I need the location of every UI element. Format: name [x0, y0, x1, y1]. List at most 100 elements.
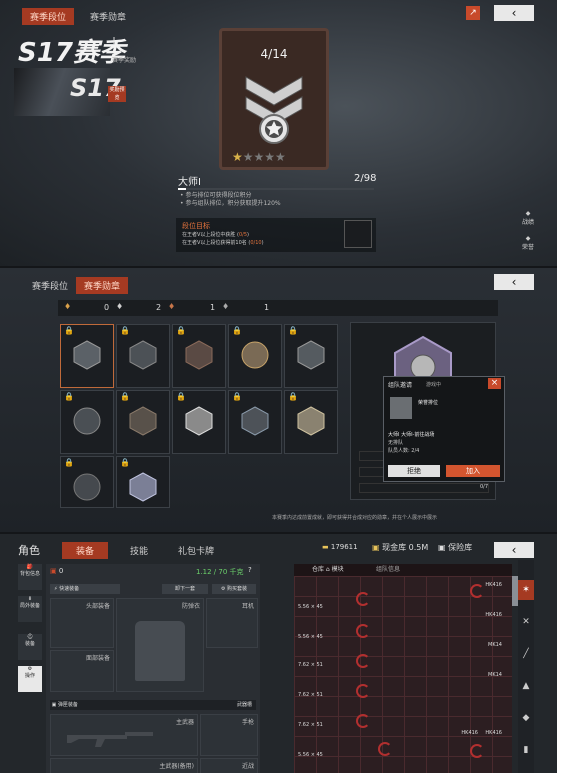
medal-silver-icon: ♦: [116, 302, 124, 311]
stash-tab-warehouse[interactable]: 仓库 ⌂ 模块: [312, 564, 344, 576]
join-button[interactable]: 加入: [446, 465, 500, 477]
ammo-caliber: 7.62 × 51: [298, 692, 323, 698]
medal-slot[interactable]: 🔒: [116, 390, 170, 454]
help-icon[interactable]: ?: [248, 566, 252, 574]
category-misc-icon[interactable]: ▮: [518, 740, 534, 760]
goal-reward-icon[interactable]: [344, 220, 372, 248]
medal-slot[interactable]: 🔒: [284, 324, 338, 388]
armor-slot[interactable]: 防弹衣: [116, 598, 204, 692]
back-button[interactable]: ‹: [494, 5, 534, 21]
rank-stars: ★★★★★: [232, 150, 286, 164]
tab-season-rank[interactable]: 赛季段位: [22, 8, 75, 25]
tab-packs[interactable]: 礼包卡牌: [170, 542, 222, 559]
quick-buy-button[interactable]: ⚙ 购买套装: [212, 584, 256, 594]
side-button-record[interactable]: ◆ 战绩: [522, 210, 534, 226]
ammo-caliber: 5.56 × 45: [298, 634, 323, 640]
medal-grid: 🔒 🔒 🔒 🔒 🔒 🔒 🔒 🔒 🔒 🔒 🔒 🔒: [58, 322, 342, 508]
goal-1: 在王者Ⅴ以上段位中获胜 (0/5): [182, 232, 249, 238]
medal-gold-icon: ♦: [64, 302, 72, 311]
unequip-all-button[interactable]: 卸下一套: [162, 584, 208, 594]
medal-slot[interactable]: 🔒: [284, 390, 338, 454]
category-armor-icon[interactable]: ◆: [518, 708, 534, 728]
info-icon[interactable]: !: [112, 36, 116, 47]
category-gear-icon[interactable]: ▲: [518, 676, 534, 696]
goal-2: 在王者Ⅴ以上段位获得前10名 (0/10): [182, 240, 264, 246]
season-medal-panel: 赛季段位 赛季勋章 ‹ ♦ 0 ♦ 2 ♦ 1 ♦ 1 🔒 🔒 🔒 🔒 🔒 🔒 …: [0, 266, 557, 534]
popup-subtitle: 游戏中: [426, 382, 442, 388]
rule-2: 参与组队排位，积分获取提升120%: [185, 200, 281, 207]
medal-count-silver: 2: [156, 303, 162, 312]
tab-season-medal-2[interactable]: 赛季勋章: [76, 277, 129, 294]
face-slot[interactable]: 面部装备: [50, 650, 114, 692]
close-icon[interactable]: ×: [488, 378, 501, 389]
ammo-caliber: 5.56 × 45: [298, 752, 323, 758]
rank-progress: 4/14: [260, 47, 288, 61]
medal-iron-icon: ♦: [222, 302, 230, 311]
medal-slot[interactable]: 🔒: [228, 390, 282, 454]
back-button-2[interactable]: ‹: [494, 274, 534, 290]
avatar: [390, 397, 412, 419]
ammo-gun: HK416: [485, 582, 502, 588]
headset-slot[interactable]: 耳机: [206, 598, 258, 648]
share-icon[interactable]: ↗: [466, 6, 480, 20]
head-slot[interactable]: 头部装备: [50, 598, 114, 648]
medal-slot[interactable]: 🔒: [228, 324, 282, 388]
nav-bag[interactable]: 🎒 背包信息: [18, 564, 42, 590]
medal-counter-bar: ♦ 0 ♦ 2 ♦ 1 ♦ 1: [58, 300, 498, 316]
popup-title: 组队邀请: [388, 382, 413, 389]
medal-slot[interactable]: 🔒: [60, 456, 114, 508]
medal-slot[interactable]: 🔒: [116, 456, 170, 508]
category-bar: ✶ ✕ ╱ ▲ ◆ ▮: [518, 560, 534, 773]
quick-equip-button[interactable]: ⚡ 快速装备: [50, 584, 120, 594]
nav-outer[interactable]: ⬇ 局外装备: [18, 596, 42, 622]
ammo-gun: MK14: [488, 642, 502, 648]
medal-bronze-icon: ♦: [168, 302, 176, 311]
nav-operate[interactable]: ⚙ 操作: [18, 666, 42, 692]
equipment-area: ▣ 0 1.12 / 70 千克 ? ⚡ 快速装备 卸下一套 ⚙ 购买套装 头部…: [46, 564, 260, 773]
ammo-ring-icon: [356, 624, 370, 638]
season-card[interactable]: S17: [14, 68, 121, 116]
pistol-slot[interactable]: 手枪: [200, 714, 258, 756]
stash-tab-team[interactable]: 组队信息: [376, 564, 400, 576]
weight: 1.12 / 70 千克: [196, 568, 244, 576]
rank-rules: • 参与排位可获得段位积分 • 参与组队排位，积分获取提升120%: [180, 192, 281, 207]
season-rank-panel: 赛季段位 赛季勋章 ↗ ‹ S17赛季 ! 赛季奖励 S17 奖励预览 4/14…: [0, 0, 557, 266]
insurance-button[interactable]: ▣ 保险库: [438, 542, 472, 553]
ammo-gun: HK416: [461, 730, 478, 736]
category-weapon-icon[interactable]: ╱: [518, 644, 534, 664]
medal-slot[interactable]: 🔒: [116, 324, 170, 388]
nav-equipment[interactable]: ⛑ 装备: [18, 634, 42, 660]
ammo-ring-icon: [356, 592, 370, 606]
loadout-panel: 角色 装备 技能 礼包卡牌 ▬ 179611 ▣ 现金库 0.5M ▣ 保险库 …: [0, 532, 557, 773]
rank-star-count: 2/98: [354, 173, 377, 184]
ammo-caliber: 7.62 × 51: [298, 662, 323, 668]
tab-skills[interactable]: 技能: [122, 542, 156, 559]
popup-mode: 无排队: [388, 440, 404, 446]
tab-season-medal[interactable]: 赛季勋章: [82, 8, 134, 25]
warehouse[interactable]: ▣ 现金库 0.5M: [372, 542, 428, 553]
primary-weapon-slot[interactable]: 主武器: [50, 714, 198, 756]
ammo-gun: MK14: [488, 672, 502, 678]
medal-note: 本赛季内达成前置成就，即可获得并合成对应的勋章，并在个人展示中展示: [272, 515, 438, 521]
medal-slot[interactable]: 🔒: [60, 324, 114, 388]
ammo-gun: HK416: [485, 612, 502, 618]
reject-button[interactable]: 拒绝: [388, 465, 440, 477]
rank-patch: 4/14: [219, 28, 329, 170]
ammo-ring-icon: [378, 742, 392, 756]
medal-slot[interactable]: 🔒: [172, 324, 226, 388]
popup-team: 队员人数: 2/4: [388, 448, 420, 454]
medal-count-iron: 1: [264, 303, 270, 312]
tab-season-rank-2[interactable]: 赛季段位: [24, 277, 76, 294]
goal-title: 段位目标: [182, 222, 210, 230]
medal-count-gold: 0: [104, 303, 110, 312]
category-ammo-icon[interactable]: ✶: [518, 580, 534, 600]
coins: ▬ 179611: [322, 543, 358, 551]
back-button-3[interactable]: ‹: [494, 542, 534, 558]
ammo-ring-icon: [470, 744, 484, 758]
medal-slot[interactable]: 🔒: [60, 390, 114, 454]
side-button-honor[interactable]: ◆ 荣誉: [522, 235, 534, 251]
category-attachment-icon[interactable]: ✕: [518, 612, 534, 632]
tab-equipment[interactable]: 装备: [62, 542, 109, 559]
medal-slot[interactable]: 🔒: [172, 390, 226, 454]
loadout-title: 角色: [18, 544, 40, 557]
